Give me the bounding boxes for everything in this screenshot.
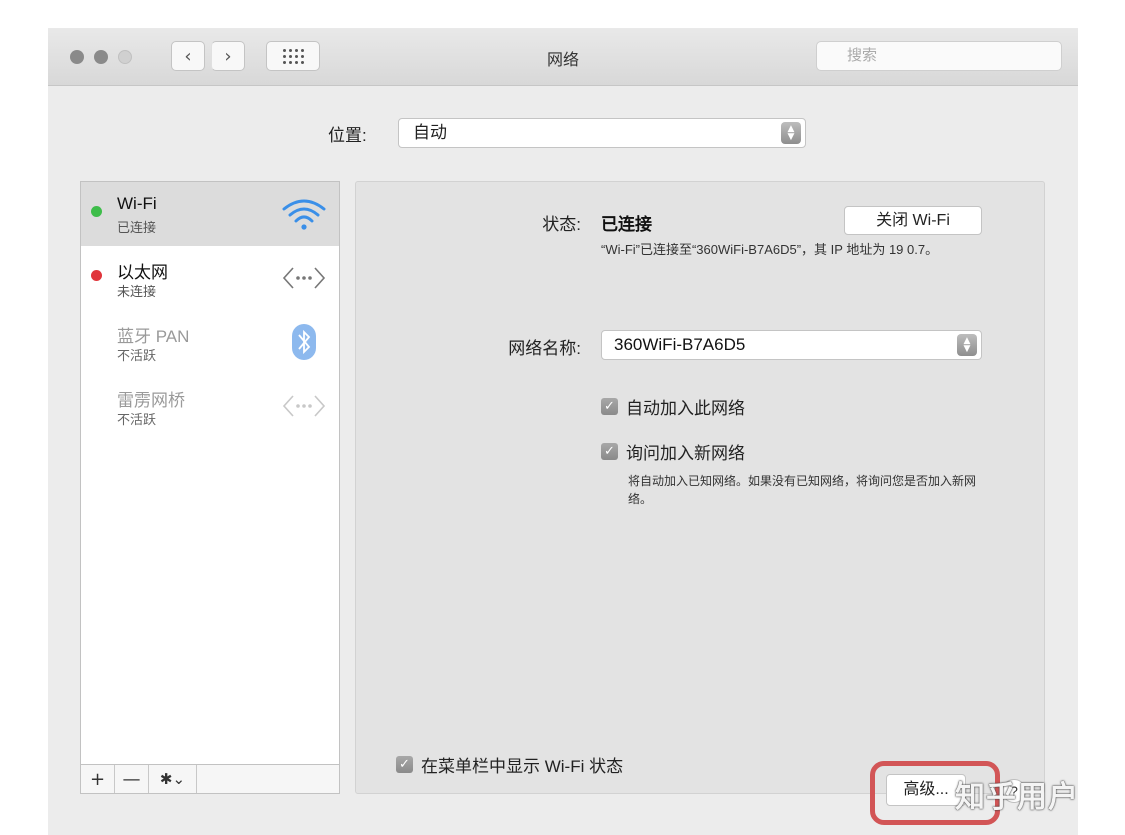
location-value: 自动 — [413, 123, 447, 142]
advanced-button[interactable]: 高级... — [886, 774, 966, 806]
service-status: 不活跃 — [117, 412, 157, 427]
ask-join-row: ✓ 询问加入新网络 — [601, 439, 745, 464]
ethernet-icon — [281, 256, 327, 300]
show-menubar-checkbox[interactable]: ✓ — [396, 756, 413, 773]
status-label: 状态: — [542, 215, 581, 234]
auto-join-checkbox[interactable]: ✓ — [601, 398, 618, 415]
status-value: 已连接 — [601, 215, 652, 234]
service-status: 不活跃 — [117, 348, 157, 363]
wifi-detail-panel: 状态: 已连接 关闭 Wi-Fi “Wi-Fi”已连接至“360WiFi-B7A… — [355, 181, 1045, 794]
service-status: 已连接 — [117, 220, 157, 235]
watermark: 知乎用户 — [955, 780, 1079, 815]
service-item-thunderbolt-bridge[interactable]: 雷雳网桥 不活跃 — [81, 374, 339, 438]
status-dot-connected — [91, 206, 102, 217]
search-input[interactable]: 搜索 — [816, 41, 1062, 71]
ask-join-note: 将自动加入已知网络。如果没有已知网络，将询问您是否加入新网络。 — [628, 474, 977, 506]
service-list: Wi-Fi 已连接 以太网 未连接 蓝牙 PAN 不活跃 雷雳网桥 不活跃 — [80, 181, 340, 794]
chevron-updown-icon: ▲ ▼ — [957, 334, 977, 356]
ask-join-label: 询问加入新网络 — [626, 444, 745, 463]
show-menubar-row: ✓ 在菜单栏中显示 Wi-Fi 状态 — [396, 752, 623, 777]
turn-off-wifi-button[interactable]: 关闭 Wi-Fi — [844, 206, 982, 235]
status-dot-disconnected — [91, 270, 102, 281]
service-item-wifi[interactable]: Wi-Fi 已连接 — [81, 182, 339, 246]
chevron-updown-icon: ▲ ▼ — [781, 122, 801, 144]
thunderbolt-bridge-icon — [281, 384, 327, 428]
gear-icon[interactable]: ✱⌄ — [149, 765, 197, 793]
location-select[interactable]: 自动 ▲ ▼ — [398, 118, 806, 148]
service-name: 蓝牙 PAN — [117, 327, 190, 346]
network-name-value: 360WiFi-B7A6D5 — [614, 335, 746, 354]
service-status: 未连接 — [117, 284, 157, 299]
service-list-toolbar: + — ✱⌄ — [80, 764, 340, 794]
service-name: 以太网 — [117, 263, 168, 282]
status-description: “Wi-Fi”已连接至“360WiFi-B7A6D5”，其 IP 地址为 19 … — [601, 242, 939, 257]
network-preferences-window: ‹ › 网络 搜索 位置: 自动 ▲ ▼ Wi-Fi 已连接 以太网 未连接 蓝… — [48, 28, 1078, 835]
network-name-label: 网络名称: — [508, 339, 581, 358]
network-name-select[interactable]: 360WiFi-B7A6D5 ▲ ▼ — [601, 330, 982, 360]
wifi-icon — [281, 192, 327, 236]
add-service-button[interactable]: + — [81, 765, 115, 793]
location-label: 位置: — [328, 126, 367, 145]
bluetooth-icon — [281, 320, 327, 364]
service-item-bluetooth-pan[interactable]: 蓝牙 PAN 不活跃 — [81, 310, 339, 374]
remove-service-button[interactable]: — — [115, 765, 149, 793]
show-menubar-label: 在菜单栏中显示 Wi-Fi 状态 — [421, 757, 624, 776]
auto-join-row: ✓ 自动加入此网络 — [601, 394, 745, 419]
service-name: 雷雳网桥 — [117, 391, 185, 410]
service-name: Wi-Fi — [117, 194, 157, 213]
ask-join-checkbox[interactable]: ✓ — [601, 443, 618, 460]
titlebar: ‹ › 网络 搜索 — [48, 28, 1078, 86]
service-item-ethernet[interactable]: 以太网 未连接 — [81, 246, 339, 310]
auto-join-label: 自动加入此网络 — [626, 399, 745, 418]
